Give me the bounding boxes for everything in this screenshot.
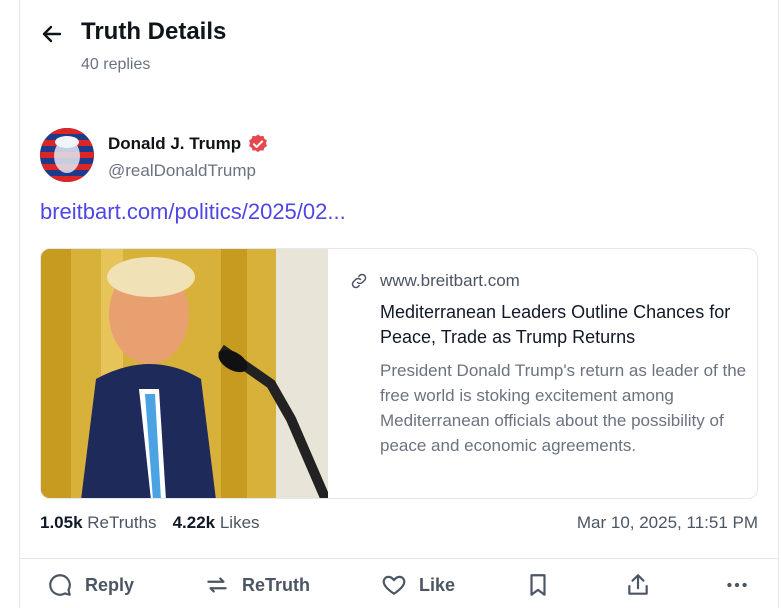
author-name[interactable]: Donald J. Trump xyxy=(108,133,269,155)
reply-label: Reply xyxy=(85,574,135,595)
action-bar: Reply ReTruth Like xyxy=(0,572,781,608)
card-body: www.breitbart.com Mediterranean Leaders … xyxy=(351,271,750,458)
link-preview-card[interactable]: www.breitbart.com Mediterranean Leaders … xyxy=(40,248,758,499)
divider xyxy=(20,558,778,559)
post-timestamp: Mar 10, 2025, 11:51 PM xyxy=(576,513,758,532)
post-link[interactable]: breitbart.com/politics/2025/02... xyxy=(40,199,346,225)
bookmark-button[interactable] xyxy=(525,572,551,598)
retruth-button[interactable]: ReTruth xyxy=(204,572,310,598)
back-arrow-icon xyxy=(42,25,62,43)
like-heart-icon xyxy=(382,575,406,595)
back-button[interactable] xyxy=(40,22,68,50)
retruths-stat[interactable]: 1.05k ReTruths xyxy=(40,513,157,533)
card-image xyxy=(41,249,328,498)
link-icon xyxy=(351,273,367,289)
share-button[interactable] xyxy=(625,572,651,598)
reply-icon xyxy=(49,574,71,596)
verified-badge-icon xyxy=(249,134,268,153)
author-name-text: Donald J. Trump xyxy=(108,134,242,153)
reply-button[interactable]: Reply xyxy=(47,572,134,598)
right-border xyxy=(778,0,779,608)
like-label: Like xyxy=(419,574,456,595)
card-domain: www.breitbart.com xyxy=(350,271,750,291)
bookmark-icon xyxy=(530,574,546,596)
more-icon xyxy=(727,582,747,588)
reply-count: 40 replies xyxy=(81,56,151,73)
retruth-icon xyxy=(207,577,227,593)
page-title: Truth Details xyxy=(81,18,227,45)
card-description: President Donald Trump's return as leade… xyxy=(380,361,747,455)
left-border xyxy=(19,0,20,608)
retruth-label: ReTruth xyxy=(242,574,311,595)
retruths-label: ReTruths xyxy=(87,513,157,532)
likes-stat[interactable]: 4.22k Likes xyxy=(173,513,260,533)
share-icon xyxy=(628,574,648,595)
post-stats: 1.05k ReTruths 4.22k Likes xyxy=(40,513,260,533)
likes-count: 4.22k xyxy=(172,513,216,532)
avatar[interactable] xyxy=(40,128,94,182)
like-button[interactable]: Like xyxy=(381,572,455,598)
retruths-count: 1.05k xyxy=(40,513,83,532)
likes-label: Likes xyxy=(219,513,260,532)
author-handle[interactable]: @realDonaldTrump xyxy=(108,161,256,181)
card-domain-text: www.breitbart.com xyxy=(380,271,520,290)
card-title: Mediterranean Leaders Outline Chances fo… xyxy=(380,302,731,347)
more-button[interactable] xyxy=(724,572,750,598)
